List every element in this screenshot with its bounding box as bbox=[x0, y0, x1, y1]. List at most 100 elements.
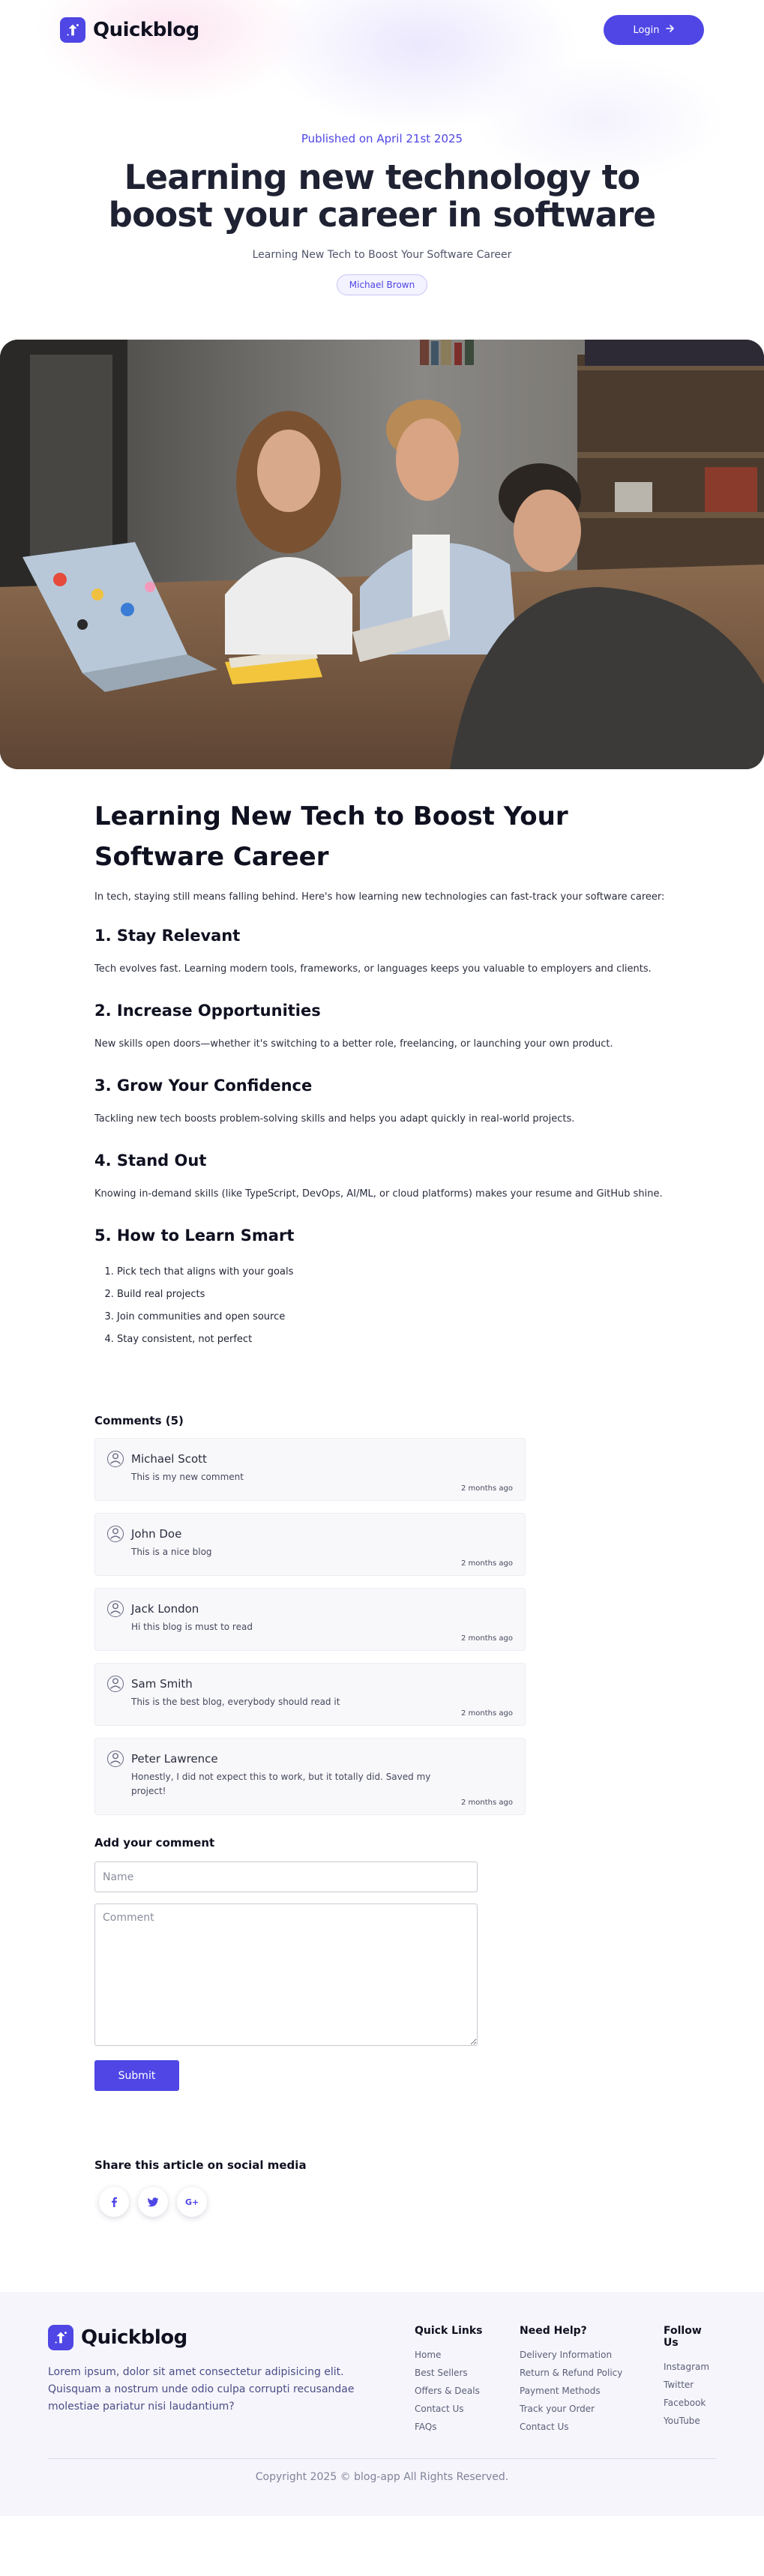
footer-link[interactable]: Home bbox=[415, 2346, 520, 2364]
comment-header: Sam Smith bbox=[107, 1676, 513, 1692]
footer-link[interactable]: Delivery Information bbox=[520, 2346, 664, 2364]
footer-link[interactable]: Offers & Deals bbox=[415, 2382, 520, 2400]
comment-text: Hi this blog is must to read bbox=[131, 1622, 253, 1632]
footer-link[interactable]: Instagram bbox=[664, 2358, 716, 2376]
footer-link[interactable]: Twitter bbox=[664, 2376, 716, 2394]
comment-card: Sam Smith This is the best blog, everybo… bbox=[94, 1663, 526, 1726]
article-title: Learning New Tech to Boost Your Software… bbox=[94, 801, 568, 872]
comments-heading: Comments (5) bbox=[94, 1414, 184, 1427]
footer-link[interactable]: Contact Us bbox=[415, 2400, 520, 2418]
comment-header: John Doe bbox=[107, 1526, 513, 1542]
footer-link[interactable]: Contact Us bbox=[520, 2418, 664, 2436]
article-intro: In tech, staying still means falling beh… bbox=[94, 891, 665, 903]
top-nav: Quickblog Login bbox=[0, 0, 764, 60]
section-body: Tackling new tech boosts problem-solving… bbox=[94, 1113, 575, 1125]
article-body: Learning New Tech to Boost Your Software… bbox=[0, 769, 764, 1351]
login-label: Login bbox=[633, 24, 660, 36]
svg-text:G+: G+ bbox=[185, 2197, 199, 2207]
user-avatar-icon bbox=[107, 1676, 124, 1692]
list-item: Pick tech that aligns with your goals bbox=[117, 1261, 670, 1284]
footer-link[interactable]: Payment Methods bbox=[520, 2382, 664, 2400]
comment-author: John Doe bbox=[131, 1527, 182, 1541]
footer-brand-name: Quickblog bbox=[81, 2326, 187, 2349]
section-heading: 5. How to Learn Smart bbox=[94, 1227, 295, 1245]
comments-section: Comments (5) Michael Scott This is my ne… bbox=[0, 1375, 764, 2091]
footer-link[interactable]: Return & Refund Policy bbox=[520, 2364, 664, 2382]
comment-text: Honestly, I did not expect this to work,… bbox=[131, 1772, 431, 1796]
footer-top: Quickblog Lorem ipsum, dolor sit amet co… bbox=[48, 2325, 716, 2436]
section-heading: 4. Stand Out bbox=[94, 1152, 207, 1170]
comment-author: Peter Lawrence bbox=[131, 1752, 218, 1766]
article-section: 2. Increase Opportunities New skills ope… bbox=[94, 1002, 670, 1053]
comment-text: This is the best blog, everybody should … bbox=[131, 1697, 340, 1707]
hero-header: Quickblog Login Published on April 21st … bbox=[0, 0, 764, 340]
comment-author: Jack London bbox=[131, 1602, 199, 1616]
add-comment-heading: Add your comment bbox=[94, 1836, 215, 1850]
section-body: New skills open doors—whether it's switc… bbox=[94, 1038, 613, 1050]
site-footer: Quickblog Lorem ipsum, dolor sit amet co… bbox=[0, 2292, 764, 2516]
comment-header: Michael Scott bbox=[107, 1451, 513, 1467]
footer-link[interactable]: Facebook bbox=[664, 2394, 716, 2412]
footer-link[interactable]: Track your Order bbox=[520, 2400, 664, 2418]
comment-header: Peter Lawrence bbox=[107, 1751, 513, 1767]
user-avatar-icon bbox=[107, 1526, 124, 1542]
comment-time: 2 months ago bbox=[461, 1484, 513, 1493]
hero-title: Learning new technology to boost your ca… bbox=[108, 157, 656, 235]
section-body: Knowing in-demand skills (like TypeScrip… bbox=[94, 1188, 663, 1200]
footer-column-title: Quick Links bbox=[415, 2325, 483, 2337]
comment-text: This is my new comment bbox=[131, 1472, 244, 1482]
section-heading: 2. Increase Opportunities bbox=[94, 1002, 321, 1020]
footer-link[interactable]: FAQs bbox=[415, 2418, 520, 2436]
comment-time: 2 months ago bbox=[461, 1799, 513, 1807]
footer-columns: Quick Links Home Best Sellers Offers & D… bbox=[415, 2325, 716, 2436]
facebook-icon[interactable] bbox=[99, 2187, 129, 2217]
footer-link[interactable]: Best Sellers bbox=[415, 2364, 520, 2382]
comment-card: Michael Scott This is my new comment 2 m… bbox=[94, 1438, 526, 1501]
submit-button[interactable]: Submit bbox=[94, 2060, 179, 2091]
footer-column-follow-us: Follow Us Instagram Twitter Facebook You… bbox=[664, 2325, 716, 2436]
share-section: Share this article on social media G+ bbox=[0, 2091, 764, 2292]
section-body: Tech evolves fast. Learning modern tools… bbox=[94, 963, 652, 975]
comment-time: 2 months ago bbox=[461, 1634, 513, 1643]
login-button[interactable]: Login bbox=[604, 15, 704, 45]
share-heading: Share this article on social media bbox=[94, 2158, 307, 2172]
section-heading: 1. Stay Relevant bbox=[94, 927, 241, 945]
user-avatar-icon bbox=[107, 1751, 124, 1767]
footer-brand[interactable]: Quickblog bbox=[48, 2325, 363, 2350]
steps-list: Pick tech that aligns with your goals Bu… bbox=[94, 1261, 670, 1351]
article-section: 1. Stay Relevant Tech evolves fast. Lear… bbox=[94, 927, 670, 978]
comment-time: 2 months ago bbox=[461, 1709, 513, 1718]
comment-author: Michael Scott bbox=[131, 1452, 207, 1466]
footer-blurb: Lorem ipsum, dolor sit amet consectetur … bbox=[48, 2366, 355, 2413]
name-input[interactable] bbox=[94, 1862, 478, 1892]
footer-column-need-help: Need Help? Delivery Information Return &… bbox=[520, 2325, 664, 2436]
list-item: Build real projects bbox=[117, 1284, 670, 1306]
list-item: Stay consistent, not perfect bbox=[117, 1328, 670, 1351]
user-avatar-icon bbox=[107, 1451, 124, 1467]
comment-header: Jack London bbox=[107, 1601, 513, 1617]
brand-logo[interactable]: Quickblog bbox=[60, 17, 199, 43]
comment-card: John Doe This is a nice blog 2 months ag… bbox=[94, 1513, 526, 1576]
comment-text: This is a nice blog bbox=[131, 1547, 212, 1557]
comment-author: Sam Smith bbox=[131, 1677, 193, 1691]
share-buttons: G+ bbox=[94, 2187, 670, 2217]
footer-column-quick-links: Quick Links Home Best Sellers Offers & D… bbox=[415, 2325, 520, 2436]
twitter-icon[interactable] bbox=[138, 2187, 168, 2217]
footer-column-title: Need Help? bbox=[520, 2325, 587, 2337]
how-to-section: 5. How to Learn Smart Pick tech that ali… bbox=[94, 1227, 670, 1351]
brand-name: Quickblog bbox=[93, 19, 199, 41]
hero-subtitle: Learning New Tech to Boost Your Software… bbox=[252, 249, 512, 261]
google-plus-icon[interactable]: G+ bbox=[177, 2187, 207, 2217]
footer-link[interactable]: YouTube bbox=[664, 2412, 716, 2430]
comment-textarea[interactable] bbox=[94, 1904, 478, 2046]
arrow-right-icon bbox=[665, 24, 675, 36]
list-item: Join communities and open source bbox=[117, 1306, 670, 1328]
author-badge: Michael Brown bbox=[336, 274, 428, 295]
article-section: 4. Stand Out Knowing in-demand skills (l… bbox=[94, 1152, 670, 1203]
article-section: 3. Grow Your Confidence Tackling new tec… bbox=[94, 1077, 670, 1128]
people-at-table-photo bbox=[0, 340, 764, 769]
footer-about: Quickblog Lorem ipsum, dolor sit amet co… bbox=[48, 2325, 363, 2436]
hero-body: Published on April 21st 2025 Learning ne… bbox=[0, 60, 764, 295]
comment-card: Jack London Hi this blog is must to read… bbox=[94, 1588, 526, 1651]
footer-column-title: Follow Us bbox=[664, 2325, 702, 2349]
